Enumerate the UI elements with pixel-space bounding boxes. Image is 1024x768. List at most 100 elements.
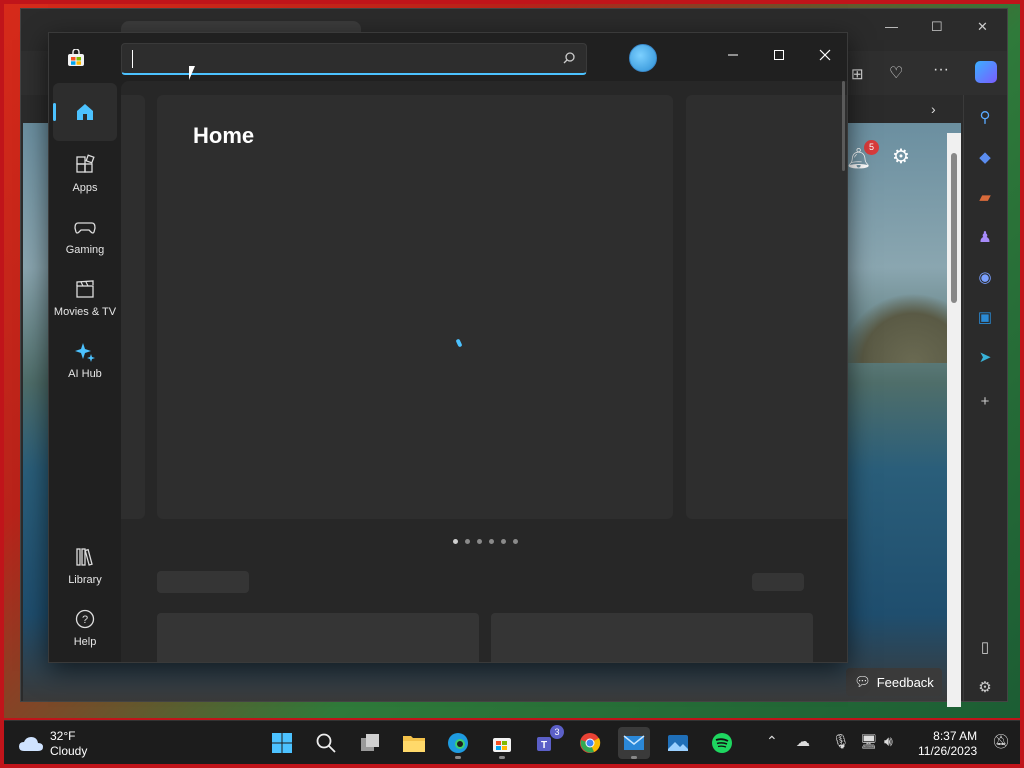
carousel-card-prev[interactable] <box>121 95 145 519</box>
taskbar-search[interactable] <box>310 727 342 759</box>
skeleton-link <box>752 573 804 591</box>
shopping-tag-icon[interactable]: ◆ <box>974 147 996 169</box>
windows-logo-icon <box>272 733 292 753</box>
nav-item-apps[interactable]: Apps <box>53 145 117 203</box>
edge-maximize-icon[interactable]: ☐ <box>931 19 943 35</box>
spotify-icon <box>712 733 732 753</box>
text-caret <box>132 50 133 68</box>
nav-item-movies-tv[interactable]: Movies & TV <box>53 269 117 327</box>
weather-temperature: 32°F <box>50 729 76 743</box>
wallpaper-mountain <box>841 293 961 363</box>
settings-icon[interactable]: ⚙ <box>974 677 996 699</box>
edge-scrollbar[interactable] <box>947 133 961 707</box>
maximize-button[interactable] <box>763 41 795 69</box>
outlook-icon[interactable]: ▣ <box>974 307 996 329</box>
close-button[interactable] <box>809 41 841 69</box>
volume-icon[interactable]: 🔊︎ <box>884 733 893 750</box>
games-icon[interactable]: ♟ <box>974 227 996 249</box>
svg-text:T: T <box>541 740 547 751</box>
chrome-icon <box>580 733 601 753</box>
notifications-bell-icon[interactable]: 🔕︎ <box>992 733 1010 750</box>
page-title: Home <box>193 123 255 148</box>
health-icon[interactable]: ♡ <box>889 63 903 83</box>
drop-icon[interactable]: ➤ <box>974 347 996 369</box>
search-icon <box>316 733 336 753</box>
loading-spinner <box>455 338 463 348</box>
apps-icon <box>76 154 95 173</box>
carousel-card-current[interactable]: Home <box>157 95 673 519</box>
taskbar-file-explorer[interactable] <box>398 727 430 759</box>
account-avatar[interactable] <box>629 44 657 72</box>
edge-minimize-icon[interactable]: — <box>885 19 898 34</box>
start-button[interactable] <box>266 727 298 759</box>
pager-dot[interactable] <box>477 539 482 544</box>
pager-dot[interactable] <box>453 539 458 544</box>
task-view-icon <box>361 734 379 751</box>
system-clock[interactable]: 8:37 AM 11/26/2023 <box>918 729 977 759</box>
taskbar-mail[interactable] <box>618 727 650 759</box>
chevron-right-icon[interactable]: › <box>931 101 936 117</box>
m365-icon[interactable]: ◉ <box>974 267 996 289</box>
clock-time: 8:37 AM <box>933 729 978 743</box>
taskbar-spotify[interactable] <box>706 727 738 759</box>
mail-icon <box>623 735 645 750</box>
edge-close-icon[interactable]: ✕ <box>977 19 988 35</box>
nav-label-gaming: Gaming <box>65 244 105 256</box>
taskbar-edge[interactable] <box>442 727 474 759</box>
search-icon[interactable] <box>562 51 576 65</box>
network-icon[interactable]: 🖥︎ <box>860 733 878 750</box>
more-menu-icon[interactable]: ··· <box>933 61 949 79</box>
photos-icon <box>668 735 688 751</box>
cloud-icon <box>19 737 43 751</box>
running-indicator <box>631 756 637 759</box>
nav-item-ai-hub[interactable]: AI Hub <box>53 331 117 389</box>
feedback-button[interactable]: 💬︎ Feedback <box>846 668 942 696</box>
taskbar-teams[interactable]: T 3 <box>530 725 564 759</box>
onedrive-cloud-icon[interactable]: ☁ <box>796 733 810 750</box>
minimize-icon <box>728 54 738 56</box>
microsoft-store-window: Apps Gaming Movies & TV AI Hub Library ?… <box>48 32 848 663</box>
weather-widget[interactable]: 32°F Cloudy <box>18 729 87 759</box>
copilot-icon[interactable] <box>975 61 997 83</box>
edge-icon <box>448 733 468 753</box>
gamepad-icon <box>74 222 96 234</box>
carousel-card-next[interactable] <box>686 95 847 519</box>
weather-condition: Cloudy <box>50 744 88 758</box>
minimize-button[interactable] <box>717 41 749 69</box>
nav-item-help[interactable]: ? Help <box>53 599 117 657</box>
running-indicator <box>499 756 505 759</box>
chevron-up-icon[interactable]: ⌃ <box>766 733 778 750</box>
library-icon <box>76 548 93 566</box>
nav-label-apps: Apps <box>72 182 98 194</box>
taskbar-store[interactable] <box>486 727 518 759</box>
skeleton-heading <box>157 571 249 593</box>
clapperboard-icon <box>76 280 94 298</box>
taskbar-chrome[interactable] <box>574 727 606 759</box>
sidebar-toggle-icon[interactable]: ▯ <box>974 637 996 659</box>
collections-icon[interactable]: ⊞ <box>851 65 864 83</box>
pager-dot[interactable] <box>465 539 470 544</box>
notification-badge: 5 <box>864 140 879 155</box>
microphone-icon[interactable]: 🎙︎ <box>832 733 850 750</box>
maximize-icon <box>774 50 784 60</box>
nav-item-home[interactable] <box>53 83 117 141</box>
tools-icon[interactable]: ▰ <box>974 187 996 209</box>
search-icon[interactable]: ⚲ <box>974 107 996 129</box>
pager-dot[interactable] <box>489 539 494 544</box>
task-view-button[interactable] <box>354 727 386 759</box>
nav-item-library[interactable]: Library <box>53 537 117 595</box>
nav-label-help: Help <box>73 636 97 648</box>
feedback-label: Feedback <box>876 674 934 690</box>
add-icon[interactable]: + <box>974 391 996 413</box>
content-scrollbar[interactable] <box>842 81 845 171</box>
nav-label-movies-tv: Movies & TV <box>53 306 117 318</box>
taskbar-photos[interactable] <box>662 727 694 759</box>
pager-dot[interactable] <box>501 539 506 544</box>
gear-icon[interactable]: ⚙ <box>892 144 910 169</box>
edge-sidebar: ⚲ ◆ ▰ ♟ ◉ ▣ ➤ + ▯ ⚙ <box>963 95 1007 701</box>
pager-dot[interactable] <box>513 539 518 544</box>
taskbar: 32°F Cloudy T 3 ⌃ ☁ 🎙︎ 🖥︎ 🔊︎ 8:37 AM 11/… <box>4 720 1020 764</box>
nav-item-gaming[interactable]: Gaming <box>53 207 117 265</box>
store-logo-icon <box>68 49 84 66</box>
help-icon: ? <box>75 609 95 629</box>
